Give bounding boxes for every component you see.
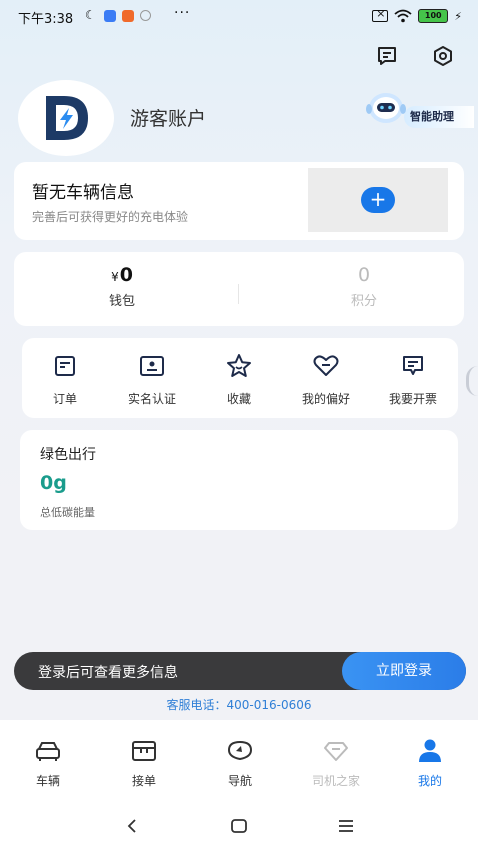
tab-label: 司机之家: [311, 774, 360, 788]
stat-divider: [238, 284, 239, 304]
assistant-label: 智能助理: [404, 106, 474, 128]
app-notification-icon: [122, 10, 134, 22]
green-title: 绿色出行: [40, 447, 96, 463]
wifi-icon: [394, 9, 412, 23]
invoice-icon: [399, 352, 427, 380]
header-actions: [374, 44, 456, 68]
side-edge-handle[interactable]: [466, 366, 478, 396]
wallet-stat[interactable]: ¥0 钱包: [22, 264, 222, 309]
avatar-logo[interactable]: [18, 80, 114, 156]
system-navigation-bar: [0, 800, 478, 850]
tab-navigation[interactable]: 导航: [200, 738, 280, 789]
moon-icon: ☾: [85, 8, 96, 22]
charging-icon: ⚡: [454, 9, 462, 23]
wallet-label: 钱包: [108, 294, 135, 309]
vehicle-subtitle: 完善后可获得更好的充电体验: [32, 210, 189, 224]
menu-label: 订单: [52, 392, 77, 406]
balance-value: 0: [119, 264, 133, 286]
tab-driver-home[interactable]: 司机之家: [296, 738, 376, 789]
orders-box-icon: [130, 738, 158, 764]
wallet-card: ¥0 钱包 0 积分: [14, 252, 464, 326]
points-stat[interactable]: 0 积分: [264, 264, 464, 309]
back-icon[interactable]: [112, 814, 152, 838]
vehicle-card[interactable]: 暂无车辆信息 完善后可获得更好的充电体验 +: [14, 162, 464, 240]
carbon-energy-value: 0g: [40, 472, 67, 494]
order-icon: [51, 352, 79, 380]
id-card-icon: [138, 352, 166, 380]
message-icon[interactable]: [374, 44, 400, 68]
green-travel-card[interactable]: 绿色出行 0g 总低碳能量: [20, 430, 458, 530]
status-bar: 下午3:38 ☾ ··· 100 ⚡: [0, 0, 478, 34]
currency-symbol: ¥: [111, 270, 119, 284]
smart-assistant-button[interactable]: 智能助理: [364, 88, 474, 134]
tab-label: 我的: [417, 774, 442, 788]
tab-label: 车辆: [35, 774, 60, 788]
settings-icon[interactable]: [430, 44, 456, 68]
menu-item-favorites[interactable]: 收藏: [196, 352, 282, 407]
green-subtitle: 总低碳能量: [40, 506, 95, 519]
menu-label: 我的偏好: [301, 392, 350, 406]
home-icon[interactable]: [219, 814, 259, 838]
tab-orders[interactable]: 接单: [104, 738, 184, 789]
menu-item-preferences[interactable]: 我的偏好: [283, 352, 369, 407]
menu-item-verification[interactable]: 实名认证: [109, 352, 195, 407]
menu-label: 实名认证: [127, 392, 176, 406]
login-prompt: 登录后可查看更多信息: [38, 665, 178, 681]
vehicle-title: 暂无车辆信息: [32, 183, 134, 203]
recent-apps-icon[interactable]: [326, 814, 366, 838]
tab-mine[interactable]: 我的: [390, 738, 470, 789]
navigation-icon: [226, 738, 254, 764]
vehicle-add-area[interactable]: +: [308, 168, 448, 232]
tab-label: 导航: [227, 774, 252, 788]
login-banner: 登录后可查看更多信息 立即登录: [14, 652, 466, 690]
brand-logo: [46, 96, 88, 140]
car-icon: [34, 738, 62, 764]
wallet-balance: ¥0: [22, 264, 222, 286]
app-notification-icon: [140, 10, 151, 21]
points-value: 0: [357, 264, 371, 286]
more-notifications-icon: ···: [174, 5, 191, 21]
menu-item-orders[interactable]: 订单: [22, 352, 108, 407]
app-notification-icon: [104, 10, 116, 22]
robot-assistant-icon: [366, 93, 406, 123]
star-icon: [225, 352, 253, 380]
menu-label: 收藏: [226, 392, 251, 406]
menu-item-invoice[interactable]: 我要开票: [370, 352, 456, 407]
tab-vehicle[interactable]: 车辆: [8, 738, 88, 789]
login-button[interactable]: 立即登录: [342, 652, 466, 690]
heart-icon: [312, 352, 340, 380]
battery-icon: 100: [418, 9, 449, 23]
bottom-tab-bar: 车辆 接单 导航 司机之家 我的: [0, 720, 478, 800]
points-label: 积分: [350, 294, 377, 309]
menu-card: 订单 实名认证 收藏 我的偏好 我要开票: [22, 338, 458, 418]
status-right: 100 ⚡: [372, 7, 462, 23]
add-vehicle-button[interactable]: +: [361, 187, 395, 213]
driver-home-icon: [322, 738, 350, 764]
person-icon: [416, 738, 444, 764]
menu-label: 我要开票: [388, 392, 437, 406]
no-sim-icon: [372, 7, 389, 22]
status-time: 下午3:38: [18, 12, 74, 27]
tab-label: 接单: [131, 774, 156, 788]
account-name[interactable]: 游客账户: [130, 104, 206, 131]
service-hotline[interactable]: 客服电话：400-016-0606: [0, 696, 478, 713]
